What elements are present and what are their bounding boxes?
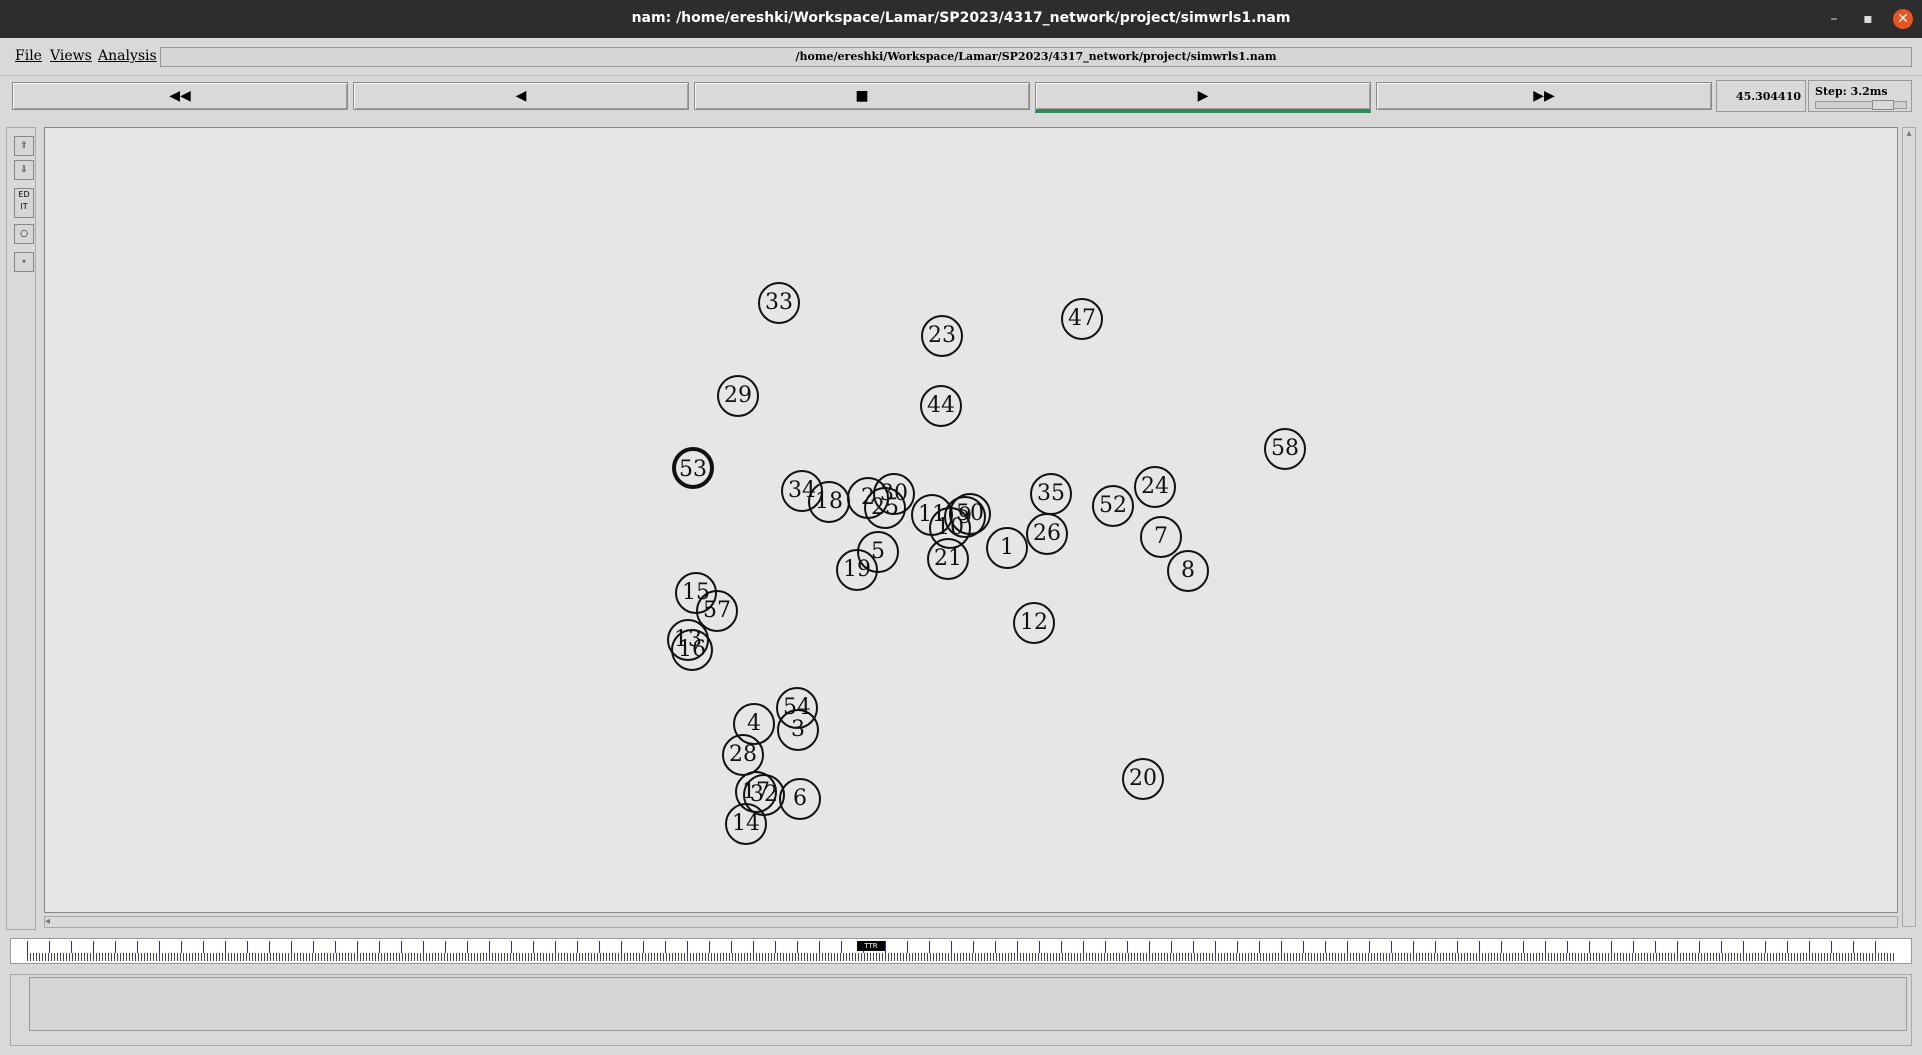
node-26[interactable]: 26 <box>1026 513 1068 555</box>
step-control: Step: 3.2ms <box>1808 80 1912 112</box>
step-label: Step: 3.2ms <box>1815 85 1888 98</box>
network-canvas[interactable]: 33 23 47 29 44 58 53 34 18 2 30 25 11 9 … <box>44 127 1898 913</box>
node-12[interactable]: 12 <box>1013 602 1055 644</box>
step-slider-thumb[interactable] <box>1872 100 1894 110</box>
canvas-vertical-scrollbar[interactable]: ▴ <box>1902 127 1916 927</box>
edit-button[interactable]: ED IT <box>14 188 34 218</box>
node-53[interactable]: 53 <box>672 447 714 489</box>
menu-views[interactable]: Views <box>50 48 92 64</box>
node-6[interactable]: 6 <box>779 778 821 820</box>
node-44[interactable]: 44 <box>920 385 962 427</box>
message-text-area[interactable] <box>29 977 1907 1031</box>
node-24[interactable]: 24 <box>1134 466 1176 508</box>
node-33[interactable]: 33 <box>758 282 800 324</box>
node-18[interactable]: 18 <box>808 481 850 523</box>
zoom-in-icon[interactable]: ⇧ <box>14 136 34 156</box>
zoom-out-icon[interactable]: ⇩ <box>14 160 34 180</box>
node-1[interactable]: 1 <box>986 527 1028 569</box>
current-time-display: 45.304410 <box>1716 80 1806 112</box>
node-19[interactable]: 19 <box>836 549 878 591</box>
minimize-button[interactable]: – <box>1824 9 1844 29</box>
window-title: nam: /home/ereshki/Workspace/Lamar/SP202… <box>631 10 1291 26</box>
message-panel <box>10 974 1912 1046</box>
node-large-icon[interactable]: ○ <box>14 224 34 244</box>
tool-sidebar: ⇧ ⇩ ED IT ○ ∘ <box>6 127 36 930</box>
file-path-display: /home/ereshki/Workspace/Lamar/SP2023/431… <box>160 47 1912 67</box>
menu-file[interactable]: File <box>15 48 42 64</box>
timeline-minor-ticks <box>27 953 1895 961</box>
node-20[interactable]: 20 <box>1122 758 1164 800</box>
node-21[interactable]: 21 <box>927 538 969 580</box>
canvas-horizontal-scrollbar[interactable]: ◂ <box>44 916 1898 928</box>
menu-analysis[interactable]: Analysis <box>98 48 157 64</box>
node-29[interactable]: 29 <box>717 375 759 417</box>
node-3[interactable]: 3 <box>777 709 819 751</box>
rewind-button[interactable]: ◀◀ <box>12 82 348 110</box>
timeline-marker[interactable]: TTR <box>857 941 885 951</box>
node-14[interactable]: 14 <box>725 803 767 845</box>
node-25[interactable]: 25 <box>864 487 906 529</box>
maximize-button[interactable]: ▪ <box>1858 9 1878 29</box>
window-titlebar: nam: /home/ereshki/Workspace/Lamar/SP202… <box>0 0 1922 38</box>
node-52[interactable]: 52 <box>1092 485 1134 527</box>
node-28[interactable]: 28 <box>722 734 764 776</box>
play-button[interactable]: ▶ <box>1035 82 1371 113</box>
node-35[interactable]: 35 <box>1030 473 1072 515</box>
stop-button[interactable]: ■ <box>694 82 1030 110</box>
node-small-icon[interactable]: ∘ <box>14 252 34 272</box>
fast-forward-button[interactable]: ▶▶ <box>1376 82 1712 110</box>
playback-controls: ◀◀ ◀ ■ ▶ ▶▶ 45.304410 Step: 3.2ms <box>0 77 1922 121</box>
menu-bar: File Views Analysis /home/ereshki/Worksp… <box>0 39 1922 76</box>
node-7[interactable]: 7 <box>1140 516 1182 558</box>
step-back-button[interactable]: ◀ <box>353 82 689 110</box>
step-slider[interactable] <box>1815 100 1907 110</box>
node-23[interactable]: 23 <box>921 315 963 357</box>
node-47[interactable]: 47 <box>1061 298 1103 340</box>
node-8[interactable]: 8 <box>1167 550 1209 592</box>
node-58[interactable]: 58 <box>1264 428 1306 470</box>
node-16[interactable]: 16 <box>671 629 713 671</box>
close-button[interactable]: ✕ <box>1893 9 1913 29</box>
timeline-slider[interactable]: TTR <box>10 938 1912 964</box>
